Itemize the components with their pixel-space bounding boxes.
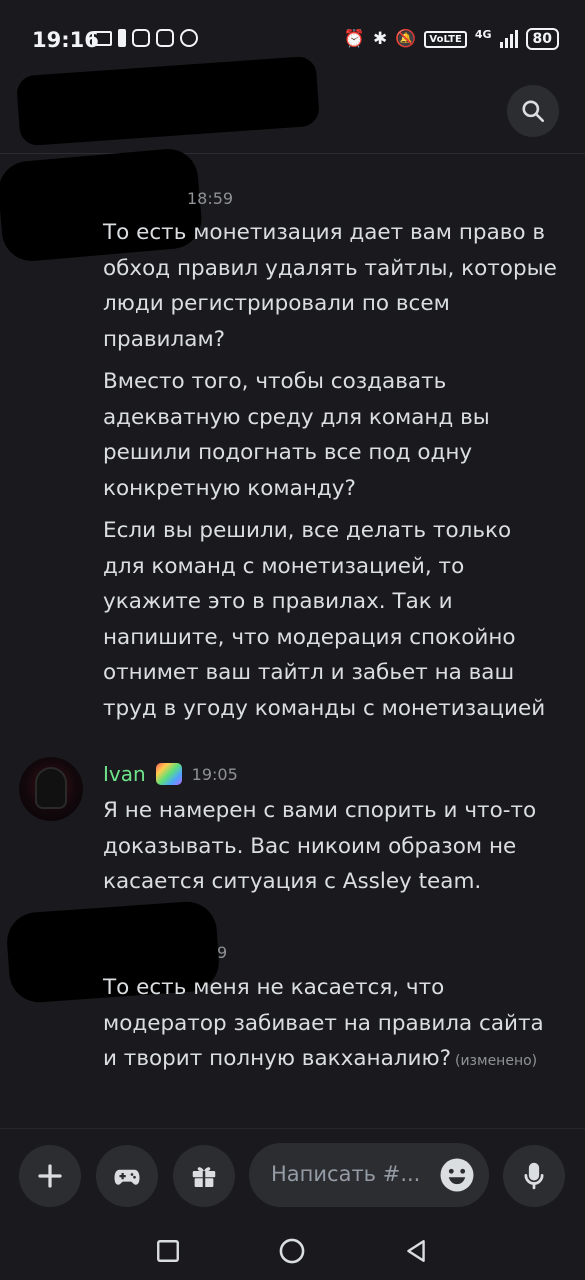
avatar[interactable] (19, 757, 83, 821)
search-button[interactable] (507, 85, 559, 137)
message-3-meta: 9 (217, 943, 227, 962)
message-input[interactable]: Написать #... (249, 1143, 489, 1207)
instagram-icon (132, 29, 150, 47)
status-left-icons (92, 29, 198, 47)
add-button[interactable] (19, 1145, 81, 1207)
voice-message-button[interactable] (503, 1145, 565, 1207)
gamepad-icon (114, 1169, 140, 1185)
message-3-paragraph-1: То есть меня не касается, что модератор … (103, 970, 558, 1080)
mail-icon (92, 31, 112, 46)
bluetooth-icon: ✱ (372, 29, 388, 49)
message-1-meta: 18:59 (187, 189, 233, 208)
author-name[interactable]: Ivan (103, 762, 146, 786)
volte-icon: VoLTE (424, 30, 467, 48)
keyhole-icon (180, 29, 198, 47)
composer-bar: Написать #... (0, 1128, 585, 1223)
message-1-paragraph-2: Вместо того, чтобы создавать адекватную … (103, 369, 490, 501)
status-time: 19:16 (32, 28, 99, 52)
system-nav-bar (0, 1223, 585, 1280)
battery-saver-icon (118, 29, 126, 47)
home-circle-icon (279, 1238, 305, 1264)
message-time: 9 (217, 943, 228, 962)
message-time: 18:59 (187, 189, 234, 208)
channel-header (0, 55, 585, 154)
message-1-paragraph-3: Если вы решили, все делать только для ко… (103, 518, 546, 721)
microphone-icon (524, 1162, 544, 1190)
activities-button[interactable] (96, 1145, 158, 1207)
alarm-icon: ⏰ (343, 29, 365, 49)
gift-button[interactable] (173, 1145, 235, 1207)
role-badge-icon (155, 763, 182, 785)
message-2-paragraph-1: Я не намерен с вами спорить и что-то док… (103, 798, 537, 894)
emoji-icon[interactable] (439, 1157, 475, 1193)
message-list: 18:59 То есть монетизация дает вам право… (0, 146, 585, 1130)
plus-icon (38, 1164, 62, 1188)
battery-level: 80 (525, 28, 559, 50)
recents-square-icon (157, 1240, 179, 1262)
status-right: ⏰ ✱ 🔕 VoLTE 4G 80 (344, 28, 559, 50)
mute-icon: 🔕 (395, 29, 417, 49)
message-2-meta: Ivan 19:05 (103, 762, 238, 786)
home-button[interactable] (272, 1231, 312, 1271)
network-type: 4G (474, 28, 492, 41)
signal-icon (499, 30, 518, 48)
edited-label: (изменено) (455, 1053, 538, 1069)
message-1-paragraph-1: То есть монетизация дает вам право в обх… (103, 220, 557, 352)
recents-button[interactable] (148, 1231, 188, 1271)
message-input-placeholder: Написать #... (271, 1162, 421, 1186)
back-button[interactable] (396, 1231, 436, 1271)
instagram-icon (156, 29, 174, 47)
back-triangle-icon (407, 1240, 425, 1262)
gift-icon (192, 1167, 216, 1188)
search-icon (522, 100, 545, 123)
message-time: 19:05 (191, 764, 238, 784)
